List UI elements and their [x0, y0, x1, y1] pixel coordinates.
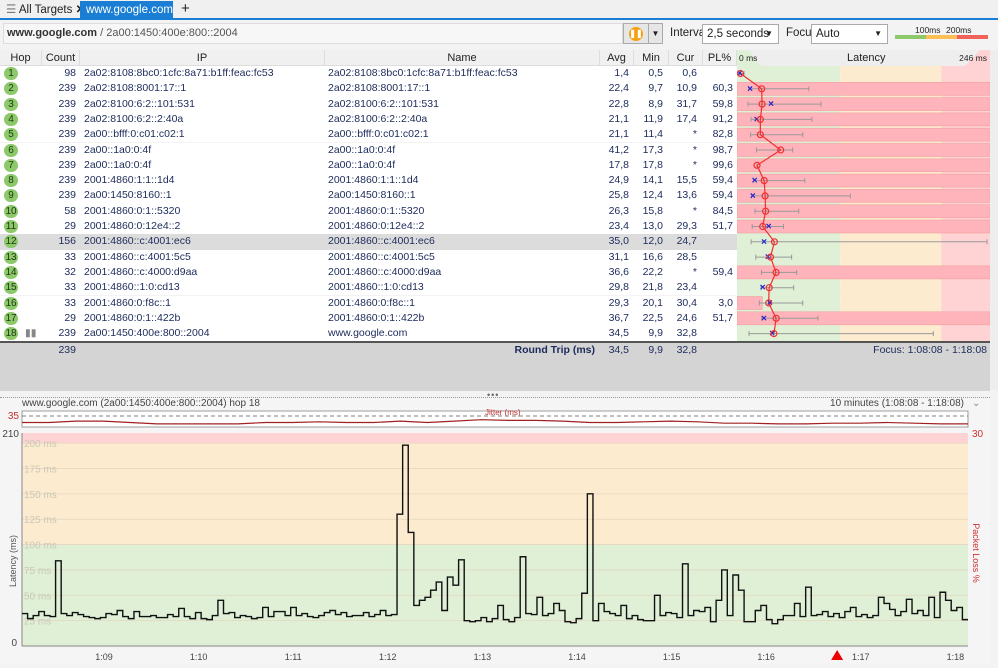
latency-graph-column: ××××××××××××× [737, 66, 990, 342]
latency-timeline-panel: www.google.com (2a00:1450:400e:800::2004… [0, 397, 990, 664]
packet-loss-bar [737, 296, 763, 310]
hop-badge: 7 [4, 158, 18, 172]
current-marker: × [761, 237, 767, 248]
hop-badge: 12 [4, 235, 18, 249]
y2-axis-title: Packet Loss % [971, 523, 981, 583]
col-count[interactable]: Count [42, 50, 80, 66]
hop-badge: 15 [4, 281, 18, 295]
legend-bad [957, 35, 988, 39]
legend-good [895, 35, 926, 39]
hop-badge: 17 [4, 311, 18, 325]
tab-bar: ☰ All Targets ✕ www.google.com ✔ + [0, 0, 998, 34]
table-header: Hop Count IP Name Avg Min Cur PL% 0 ms L… [0, 50, 990, 66]
x-tick-label: 1:17 [852, 652, 870, 662]
latency-color-legend[interactable]: 100ms 200ms [895, 25, 988, 43]
col-hop[interactable]: Hop [0, 50, 42, 66]
y-zero-label: 0 [11, 638, 17, 649]
chart-title: www.google.com (2a00:1450:400e:800::2004… [21, 398, 260, 409]
current-marker: × [760, 283, 766, 294]
chevron-down-icon: ▼ [765, 29, 773, 38]
col-latency[interactable]: 0 ms Latency 246 ms [737, 50, 990, 66]
y-axis-title: Latency (ms) [8, 535, 18, 587]
current-marker: × [747, 84, 753, 95]
hop-badge: 11 [4, 220, 18, 233]
x-tick-label: 1:09 [95, 652, 113, 662]
hop-badge: 6 [4, 143, 18, 157]
hop-badge: 14 [4, 265, 18, 279]
col-cur[interactable]: Cur [669, 50, 703, 66]
jitter-label: Jitter (ms) [485, 408, 521, 417]
grid-label: 100 ms [24, 541, 57, 552]
zone-bad [22, 433, 968, 444]
packet-loss-bar [737, 158, 990, 173]
focus-select[interactable]: Auto ▼ [811, 24, 888, 44]
x-tick-label: 1:11 [285, 652, 302, 662]
interval-select[interactable]: 2,5 seconds ▼ [702, 24, 779, 44]
hop-badge: 13 [4, 250, 18, 264]
hop-badge: 4 [4, 112, 18, 126]
current-marker: × [768, 99, 774, 110]
tab-www-google-com[interactable]: www.google.com ✔ [80, 1, 173, 34]
x-tick-label: 1:13 [474, 652, 492, 662]
grid-label: 75 ms [24, 566, 51, 577]
col-min[interactable]: Min [634, 50, 669, 66]
col-ip[interactable]: IP [80, 50, 325, 66]
grid-label: 150 ms [24, 490, 57, 501]
jitter-axis-label: 35 [8, 411, 20, 422]
hop-badge: 2 [4, 82, 18, 96]
current-marker: × [754, 114, 760, 125]
tab-all-targets[interactable]: ☰ All Targets ✕ [0, 1, 91, 19]
x-tick-label: 1:18 [947, 652, 965, 662]
hop-badge: 9 [4, 189, 18, 203]
graph-icon[interactable]: ▮▮ [25, 326, 37, 341]
x-tick-label: 1:15 [663, 652, 681, 662]
hop-badge: 16 [4, 296, 18, 310]
target-address: www.google.com / 2a00:1450:400e:800::200… [3, 23, 623, 44]
grid-label: 50 ms [24, 591, 51, 602]
table-footer: 239 Round Trip (ms) 34,5 9,9 32,8 Focus:… [0, 341, 990, 391]
col-pl[interactable]: PL% [703, 50, 737, 66]
pause-options-dropdown[interactable]: ▼ [648, 23, 663, 44]
hop-badge: 8 [4, 174, 18, 188]
current-marker: × [752, 176, 758, 187]
y2-max-label: 30 [972, 429, 984, 440]
add-tab-button[interactable]: + [175, 1, 196, 19]
current-marker: × [761, 313, 767, 324]
x-tick-label: 1:10 [190, 652, 208, 662]
hop-badge: 18 [4, 327, 18, 341]
hop-badge: 5 [4, 128, 18, 142]
latency-timeline-chart[interactable]: www.google.com (2a00:1450:400e:800::2004… [0, 398, 990, 665]
y-max-label: 210 [2, 429, 19, 440]
grid-label: 200 ms [24, 439, 57, 450]
col-avg[interactable]: Avg [600, 50, 634, 66]
focus-range: Focus: 1:08:08 - 1:18:08 [873, 344, 987, 356]
vertical-scrollbar[interactable] [990, 50, 998, 390]
chevron-down-icon: ⌄ [972, 398, 980, 409]
legend-warn [926, 35, 957, 39]
hop-badge: 10 [4, 204, 18, 218]
grid-label: 125 ms [24, 515, 57, 526]
current-marker: × [750, 191, 756, 202]
hop-badge: 1 [4, 67, 18, 80]
pause-icon: ❚❚ [629, 27, 643, 41]
time-range-label: 10 minutes (1:08:08 - 1:18:08) [830, 398, 964, 409]
time-marker-icon [831, 650, 844, 660]
menu-icon: ☰ [6, 4, 19, 16]
x-tick-label: 1:12 [379, 652, 397, 662]
chevron-down-icon: ▼ [874, 29, 882, 38]
pause-button[interactable]: ❚❚ [623, 23, 649, 44]
col-name[interactable]: Name [325, 50, 600, 66]
grid-label: 175 ms [24, 465, 57, 476]
x-tick-label: 1:16 [757, 652, 775, 662]
current-marker: × [766, 222, 772, 233]
hop-badge: 3 [4, 97, 18, 111]
x-tick-label: 1:14 [568, 652, 586, 662]
